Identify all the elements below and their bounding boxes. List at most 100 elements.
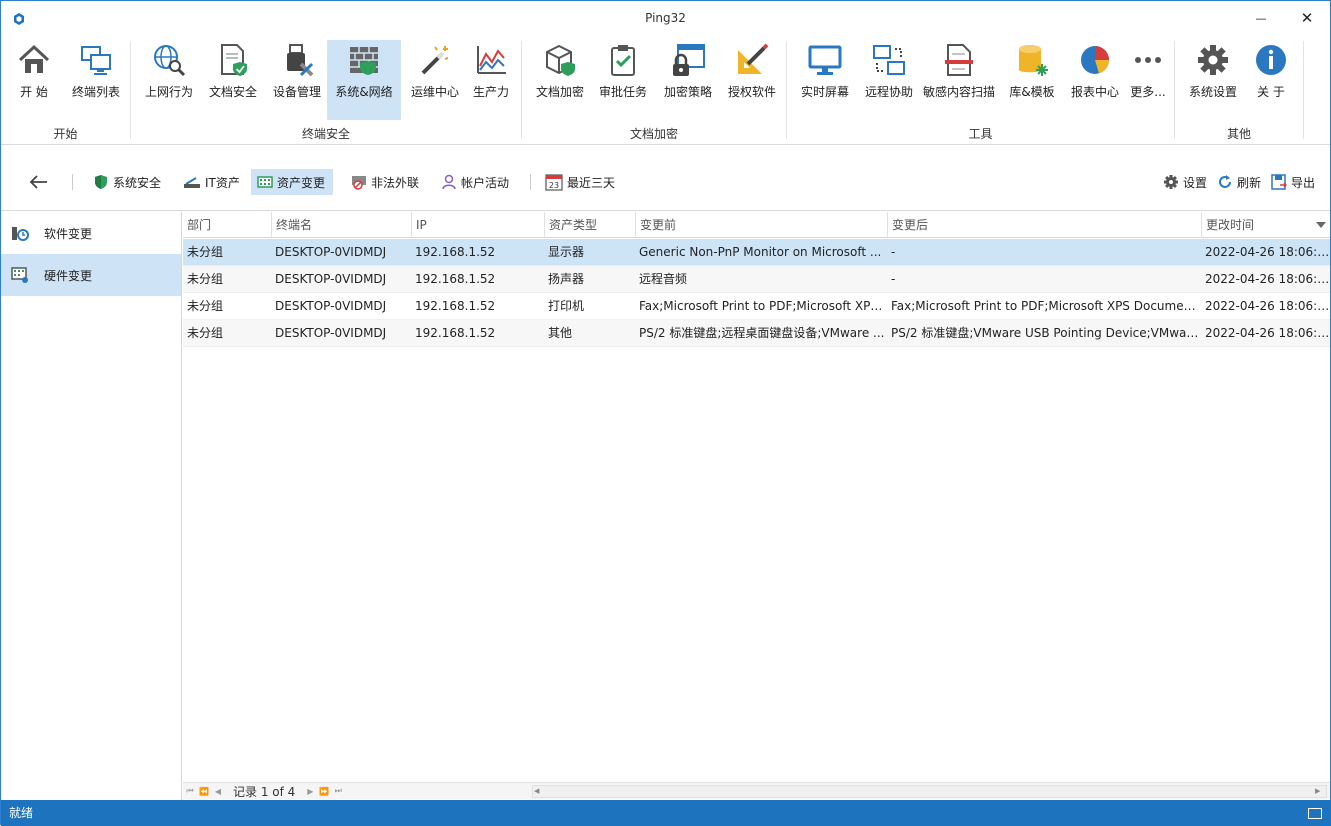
ribbon-button-document-security[interactable]: 文档安全 [205,40,261,120]
ribbon-button-label: 生产力 [472,85,509,99]
ribbon-button-about[interactable]: 关 于 [1249,40,1293,120]
ribbon-button-encryption-policy[interactable]: 加密策略 [659,40,717,120]
toolbar-settings[interactable]: 设置 [1157,169,1215,195]
cell-before: Fax;Microsoft Print to PDF;Microsoft XPS… [639,299,887,313]
toolbar-item-label: 系统安全 [113,175,162,190]
cell-department: 未分组 [187,299,224,313]
ribbon-button-approval-task[interactable]: 审批任务 [595,40,651,120]
ribbon-button-library-template[interactable]: 库&模板 [1004,40,1060,120]
calendar-day: 23 [549,181,559,190]
toolbar-asset-changes[interactable]: 资产变更 [251,169,334,195]
ribbon-button-label: 上网行为 [144,85,193,99]
ribbon-button-report-center[interactable]: 报表中心 [1067,40,1123,120]
approval-clipboard-icon [611,45,635,76]
cell-department: 未分组 [187,326,224,340]
ribbon-button-system-settings[interactable]: 系统设置 [1185,40,1241,120]
record-indicator: 记录 1 of 4 [233,784,296,799]
status-text: 就绪 [9,806,34,820]
ribbon-button-start[interactable]: 开 始 [11,40,57,120]
close-icon: ✕ [1300,9,1314,27]
cell-asset-type: 其他 [548,326,573,340]
ribbon-separator [1303,41,1304,139]
encrypt-policy-icon [673,44,705,76]
nav-item-label: 硬件变更 [44,268,93,283]
nav-item-hardware-changes[interactable]: 硬件变更 [1,254,181,296]
column-header-asset-type[interactable]: 资产类型 [544,212,635,238]
ribbon-button-label: 运维中心 [410,85,459,99]
column-header-label: 更改时间 [1206,218,1255,232]
ribbon-button-sensitive-scan[interactable]: 敏感内容扫描 [919,40,999,120]
toolbar-illegal-connection[interactable]: 非法外联 [345,169,427,195]
toolbar-item-label: 导出 [1291,175,1316,190]
account-icon [442,174,456,190]
column-header-before[interactable]: 变更前 [635,212,887,238]
ribbon-button-device-management[interactable]: 设备管理 [269,40,325,120]
table-row[interactable]: 未分组 DESKTOP-0VIDMDJ 192.168.1.52 其他 PS/2… [183,320,1330,347]
firewall-icon [350,47,378,75]
ribbon-button-label: 敏感内容扫描 [922,85,995,99]
ribbon-group-label: 终端安全 [301,127,350,141]
last-page-icon[interactable]: ⏭ [333,786,343,796]
arrow-left-icon [29,175,47,189]
toolbar-it-assets[interactable]: IT资产 [177,169,248,195]
first-page-icon[interactable]: ⏮ [185,786,195,796]
ribbon-button-label: 开 始 [20,85,48,99]
cell-terminal-name: DESKTOP-0VIDMDJ [275,272,387,286]
toolbar-refresh[interactable]: 刷新 [1211,169,1269,195]
cell-department: 未分组 [187,272,224,286]
ribbon-button-web-behavior[interactable]: 上网行为 [141,40,197,120]
scroll-left-icon[interactable]: ◀ [534,787,544,796]
ribbon-button-authorized-software[interactable]: 授权软件 [723,40,781,120]
cell-after: - [891,245,896,259]
ribbon-button-terminal-list[interactable]: 终端列表 [67,40,125,120]
scroll-right-icon[interactable]: ▶ [1315,787,1325,796]
ribbon-button-system-network[interactable]: 系统&网络 [327,40,401,120]
table-row[interactable]: 未分组 DESKTOP-0VIDMDJ 192.168.1.52 扬声器 远程音… [183,266,1330,293]
ribbon-button-ops-center[interactable]: 运维中心 [407,40,463,120]
toolbar-last-three-days[interactable]: 23 最近三天 [539,169,623,195]
nav-item-software-changes[interactable]: 软件变更 [1,212,181,254]
cell-after: - [891,272,896,286]
table-row[interactable]: 未分组 DESKTOP-0VIDMDJ 192.168.1.52 显示器 Gen… [183,239,1330,266]
cell-after: Fax;Microsoft Print to PDF;Microsoft XPS… [891,299,1201,313]
terminal-list-icon [81,46,111,75]
toolbar-item-label: IT资产 [205,175,240,190]
column-header-after[interactable]: 变更后 [887,212,1201,238]
cell-department: 未分组 [187,245,224,259]
cell-after: PS/2 标准键盘;VMware USB Pointing Device;VMw… [891,326,1201,340]
ribbon-button-more[interactable]: 更多... [1127,40,1169,120]
title-bar: Ping32 — ✕ [1,1,1330,37]
prev-page-icon[interactable]: ◀ [213,787,223,796]
cell-asset-type: 扬声器 [548,272,585,286]
cell-terminal-name: DESKTOP-0VIDMDJ [275,326,387,340]
ribbon-button-productivity[interactable]: 生产力 [467,40,515,120]
cell-terminal-name: DESKTOP-0VIDMDJ [275,245,387,259]
column-header-ip[interactable]: IP [411,212,544,238]
app-window: Ping32 — ✕ 开 始 终端列表 上网行为 文档安全 设备管理 系统&网络… [0,0,1331,826]
minimize-button[interactable]: — [1238,1,1284,35]
next-page-icon[interactable]: ▶ [305,787,315,796]
table-row[interactable]: 未分组 DESKTOP-0VIDMDJ 192.168.1.52 打印机 Fax… [183,293,1330,320]
cell-before: Generic Non-PnP Monitor on Microsoft ... [639,245,882,259]
toolbar-system-security[interactable]: 系统安全 [87,169,169,195]
magic-wand-icon [421,46,449,75]
column-header-terminal-name[interactable]: 终端名 [271,212,411,238]
prev-page-group-icon[interactable]: ⏪ [199,787,209,796]
ribbon-button-live-screen[interactable]: 实时屏幕 [797,40,853,120]
ribbon-button-label: 审批任务 [598,85,647,99]
next-page-group-icon[interactable]: ⏩ [319,787,329,796]
close-button[interactable]: ✕ [1284,1,1330,35]
refresh-icon [1219,175,1231,188]
cell-change-time: 2022-04-26 18:06:43 [1205,299,1330,313]
ribbon-button-label: 系统&网络 [335,85,393,99]
column-header-department[interactable]: 部门 [183,212,271,238]
ribbon-button-remote-assist[interactable]: 远程协助 [861,40,917,120]
horizontal-scrollbar[interactable]: ◀ ▶ [532,785,1327,798]
toolbar-account-activity[interactable]: 帐户活动 [435,169,517,195]
toolbar-export[interactable]: 导出 [1265,169,1323,195]
back-button[interactable] [23,169,61,195]
ribbon-button-document-encryption[interactable]: 文档加密 [531,40,589,120]
column-header-change-time[interactable]: 更改时间 [1201,212,1330,238]
more-icon [1135,57,1161,63]
export-icon [1271,174,1287,190]
